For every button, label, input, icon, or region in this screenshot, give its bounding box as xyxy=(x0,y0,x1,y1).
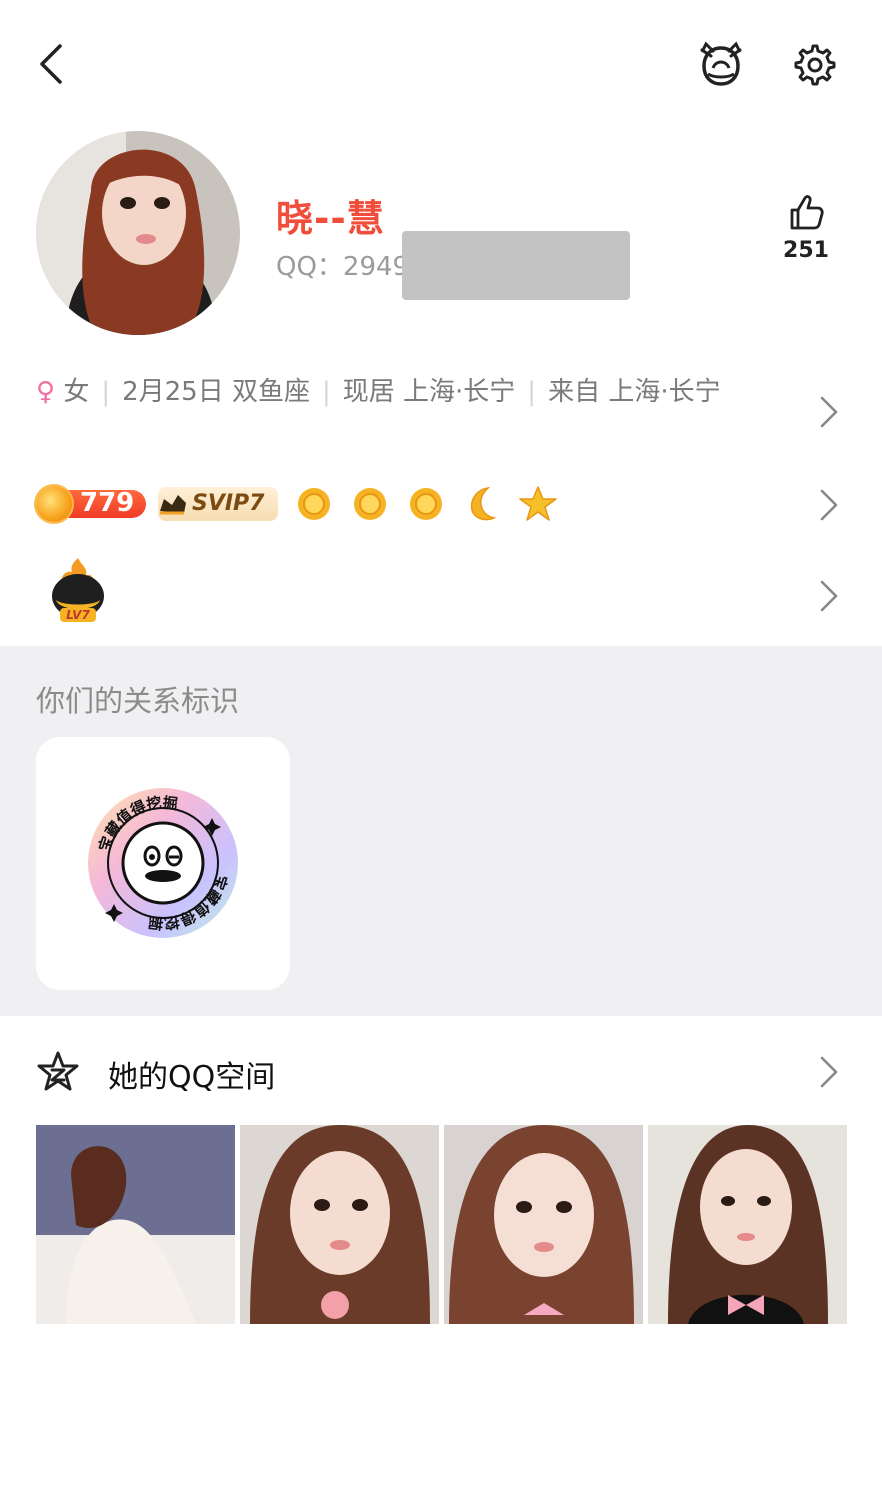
star-icon xyxy=(519,486,557,521)
settings-button[interactable] xyxy=(786,38,840,92)
qzone-photo-strip xyxy=(36,1125,847,1324)
birthday: 2月25日 双鱼座 xyxy=(122,377,310,407)
sun-icon xyxy=(354,488,386,520)
avatar[interactable] xyxy=(36,131,240,335)
lv-row-arrow[interactable] xyxy=(818,578,840,618)
sun-icon xyxy=(410,488,442,520)
qzone-photo[interactable] xyxy=(36,1125,235,1324)
svip-label: SVIP7 xyxy=(192,491,265,516)
sun-icon xyxy=(298,488,330,520)
sex-label: 女 xyxy=(63,377,90,407)
svip-badge: SVIP7 xyxy=(158,487,278,521)
badges-row[interactable]: 779 SVIP7 xyxy=(36,484,558,524)
qzone-title[interactable]: 她的QQ空间 xyxy=(108,1052,275,1096)
lv-badge[interactable]: LV7 xyxy=(46,556,110,626)
qzone-row-arrow[interactable] xyxy=(818,1054,840,1094)
like-count: 251 xyxy=(783,238,829,263)
badges-row-arrow[interactable] xyxy=(818,487,840,527)
lv-badge-label: LV7 xyxy=(66,608,90,622)
chevron-right-icon xyxy=(820,1056,838,1088)
chevron-left-icon xyxy=(40,44,62,84)
thumbs-up-icon xyxy=(790,195,824,230)
treasure-sticker-icon: 宝藏值得挖掘 宝藏值得挖掘 xyxy=(88,788,238,938)
chevron-right-icon xyxy=(820,396,838,428)
level-badge: 779 xyxy=(36,486,146,522)
level-number: 779 xyxy=(80,488,135,518)
chevron-right-icon xyxy=(820,489,838,521)
info-row-arrow[interactable] xyxy=(818,394,840,434)
crown-icon xyxy=(160,495,186,515)
qzone-star-icon xyxy=(36,1050,80,1094)
moon-icon xyxy=(470,486,497,521)
qzone-photo[interactable] xyxy=(240,1125,439,1324)
cat-face-icon xyxy=(700,41,742,86)
chevron-right-icon xyxy=(820,580,838,612)
redaction-block xyxy=(402,231,630,300)
hometown: 来自 上海·长宁 xyxy=(548,377,721,407)
like-button[interactable]: 251 xyxy=(782,192,830,276)
gear-icon xyxy=(794,44,836,86)
female-icon: ♀ xyxy=(36,377,56,407)
profile-info-line: ♀ 女 | 2月25日 双鱼座 | 现居 上海·长宁 | 来自 上海·长宁 xyxy=(36,377,721,407)
qq-number: QQ：2949 xyxy=(276,252,410,282)
qzone-photo[interactable] xyxy=(444,1125,643,1324)
profile-name: 晓--慧 xyxy=(276,197,385,240)
qzone-photo[interactable] xyxy=(648,1125,847,1324)
coin-icon xyxy=(36,486,72,522)
flame-penguin-icon: LV7 xyxy=(52,558,104,622)
residence: 现居 上海·长宁 xyxy=(342,377,516,407)
relationship-title: 你们的关系标识 xyxy=(36,684,240,718)
pet-button[interactable] xyxy=(694,38,748,92)
back-button[interactable] xyxy=(30,40,74,88)
